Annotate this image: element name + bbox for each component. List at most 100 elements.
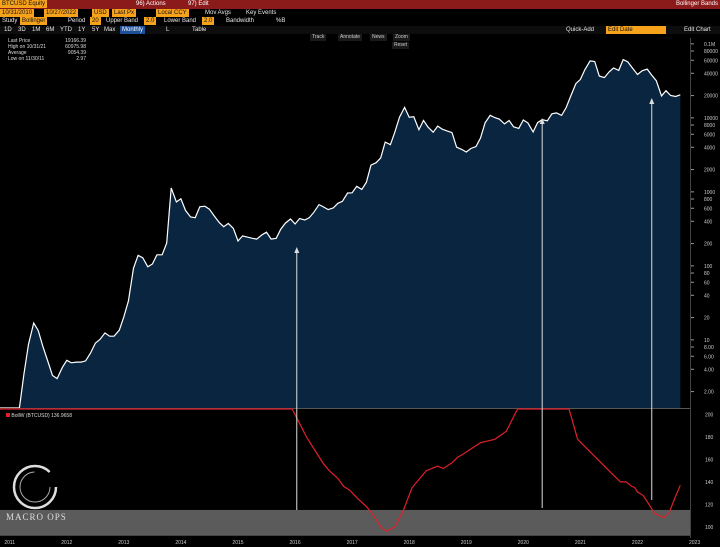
bandwidth-threshold-band	[0, 509, 690, 536]
logo-ring-icon	[12, 464, 58, 510]
annotate-button[interactable]: Annotate	[338, 34, 363, 41]
table-toggle[interactable]: Table	[192, 26, 206, 34]
upper-y-tick-label: 6000	[704, 132, 715, 138]
upper-y-tick-label: 8000	[704, 123, 715, 129]
pctb-toggle[interactable]: %B	[276, 17, 285, 25]
range-max[interactable]: Max	[104, 26, 115, 34]
lower-y-tick-label: 180	[705, 435, 714, 441]
upper-y-tick-label: 400	[704, 219, 713, 225]
news-button[interactable]: News	[370, 34, 387, 41]
study-row: Study Bollinger Period 20 Upper Band 2.0…	[0, 17, 720, 25]
range-1m[interactable]: 1M	[32, 26, 40, 34]
chart-canvas: 2.004.006.008.00102040608010020040060080…	[0, 0, 720, 547]
mode-select[interactable]: USD	[92, 9, 109, 17]
upper-y-tick-label: 10000	[704, 116, 718, 122]
track-button[interactable]: Track	[310, 34, 327, 41]
bandwidth-swatch	[6, 413, 10, 417]
line-toggle[interactable]: L	[166, 26, 169, 34]
zoom-button[interactable]: Zoom	[393, 34, 410, 41]
upper-y-tick-label: 10	[704, 338, 710, 344]
x-tick-label: 2019	[461, 540, 472, 546]
x-tick-label: 2023	[689, 540, 700, 546]
range-1d[interactable]: 1D	[4, 26, 12, 34]
macro-ops-logo: MACRO OPS	[6, 462, 66, 524]
price-type-select[interactable]: Last Px	[112, 9, 137, 17]
upper-band-field[interactable]: 2.0	[144, 17, 157, 25]
upper-y-tick-label: 2000	[704, 168, 715, 174]
upper-y-tick-label: 4000	[704, 145, 715, 151]
range-ytd[interactable]: YTD	[60, 26, 72, 34]
window-title: Bollinger Bands	[675, 1, 718, 7]
bandwidth-legend-label: BollW (BTCUSD)	[11, 413, 50, 419]
upper-y-tick-label: 200	[704, 242, 713, 248]
date-from-field[interactable]: 10/31/2010	[0, 9, 35, 17]
range-6m[interactable]: 6M	[46, 26, 54, 34]
upper-y-tick-label: 8.00	[704, 345, 714, 351]
range-5y[interactable]: 5Y	[92, 26, 99, 34]
upper-y-tick-label: 0.1M	[704, 42, 715, 48]
upper-y-tick-label: 80	[704, 271, 710, 277]
bandwidth-toggle[interactable]: Bandwidth	[226, 17, 254, 25]
upper-y-tick-label: 60000	[704, 58, 718, 64]
edit-chart-button[interactable]: Edit Chart	[684, 26, 711, 34]
lower-y-tick-label: 120	[705, 502, 714, 508]
quick-add-button[interactable]: Quick-Add	[566, 26, 594, 34]
range-3d[interactable]: 3D	[18, 26, 26, 34]
period-label: Period	[68, 18, 86, 24]
upper-y-tick-label: 6.00	[704, 354, 714, 360]
study-label: Study	[2, 18, 18, 24]
edit-date-field[interactable]: Edit Date	[606, 26, 666, 34]
lower-y-tick-label: 140	[705, 480, 714, 486]
lower-band-field[interactable]: 2.0	[202, 17, 215, 25]
upper-y-tick-label: 80000	[704, 49, 718, 55]
mov-avgs-toggle[interactable]: Mov Avgs	[205, 9, 231, 17]
x-tick-label: 2021	[575, 540, 586, 546]
edit-menu[interactable]: 97) Edit	[188, 0, 209, 8]
logo-text: MACRO OPS	[6, 512, 67, 522]
frequency-select[interactable]: Monthly	[120, 26, 146, 34]
upper-y-tick-label: 20	[704, 316, 710, 322]
x-tick-label: 2022	[632, 540, 643, 546]
upper-y-tick-label: 800	[704, 197, 713, 203]
x-tick-label: 2013	[118, 540, 129, 546]
lower-y-tick-label: 100	[705, 525, 714, 531]
upper-y-tick-label: 600	[704, 206, 713, 212]
x-tick-label: 2015	[232, 540, 243, 546]
date-row: 10/31/2010 10/27/2022 USD Last Px Local …	[0, 9, 720, 17]
x-tick-label: 2011	[4, 540, 15, 546]
upper-y-tick-label: 4.00	[704, 367, 714, 373]
upper-y-tick-label: 40000	[704, 71, 718, 77]
upper-band-label: Upper Band	[106, 18, 139, 24]
period-field[interactable]: 20	[90, 17, 101, 25]
x-tick-label: 2014	[175, 540, 186, 546]
upper-y-tick-label: 40	[704, 293, 710, 299]
toolbar: 1D 3D 1M 6M YTD 1Y 5Y Max Monthly L Tabl…	[0, 26, 720, 34]
lower-y-tick-label: 160	[705, 457, 714, 463]
legend-low-label: Low on 11/30/11	[8, 56, 45, 62]
x-tick-label: 2017	[347, 540, 358, 546]
study-select[interactable]: Bollinger	[20, 17, 48, 25]
range-1y[interactable]: 1Y	[78, 26, 85, 34]
x-tick-label: 2020	[518, 540, 529, 546]
upper-y-tick-label: 20000	[704, 94, 718, 100]
currency-select[interactable]: Local CCY	[156, 9, 189, 17]
reset-button[interactable]: Reset	[392, 42, 410, 49]
lower-band-label: Lower Band	[164, 18, 197, 24]
actions-menu[interactable]: 96) Actions	[136, 0, 166, 8]
ticker-field[interactable]: BTCUSD Equity	[0, 0, 48, 8]
price-legend: Last Price 19166.39 High on 10/31/21 60975…	[8, 38, 86, 62]
x-tick-label: 2016	[289, 540, 300, 546]
legend-low-value: 2.97	[76, 56, 86, 62]
upper-y-tick-label: 100	[704, 264, 713, 270]
key-events-toggle[interactable]: Key Events	[246, 9, 276, 17]
bandwidth-legend-value: 136.9658	[51, 413, 72, 419]
x-tick-label: 2012	[61, 540, 72, 546]
lower-y-tick-label: 200	[705, 413, 714, 419]
bandwidth-legend: BollW (BTCUSD) 136.9658	[6, 413, 72, 419]
upper-y-tick-label: 1000	[704, 190, 715, 196]
x-tick-label: 2018	[404, 540, 415, 546]
title-bar: BTCUSD Equity 96) Actions 97) Edit Bolli…	[0, 0, 720, 9]
upper-y-tick-label: 60	[704, 280, 710, 286]
upper-y-tick-label: 2.00	[704, 390, 714, 396]
date-to-field[interactable]: 10/27/2022	[44, 9, 79, 17]
